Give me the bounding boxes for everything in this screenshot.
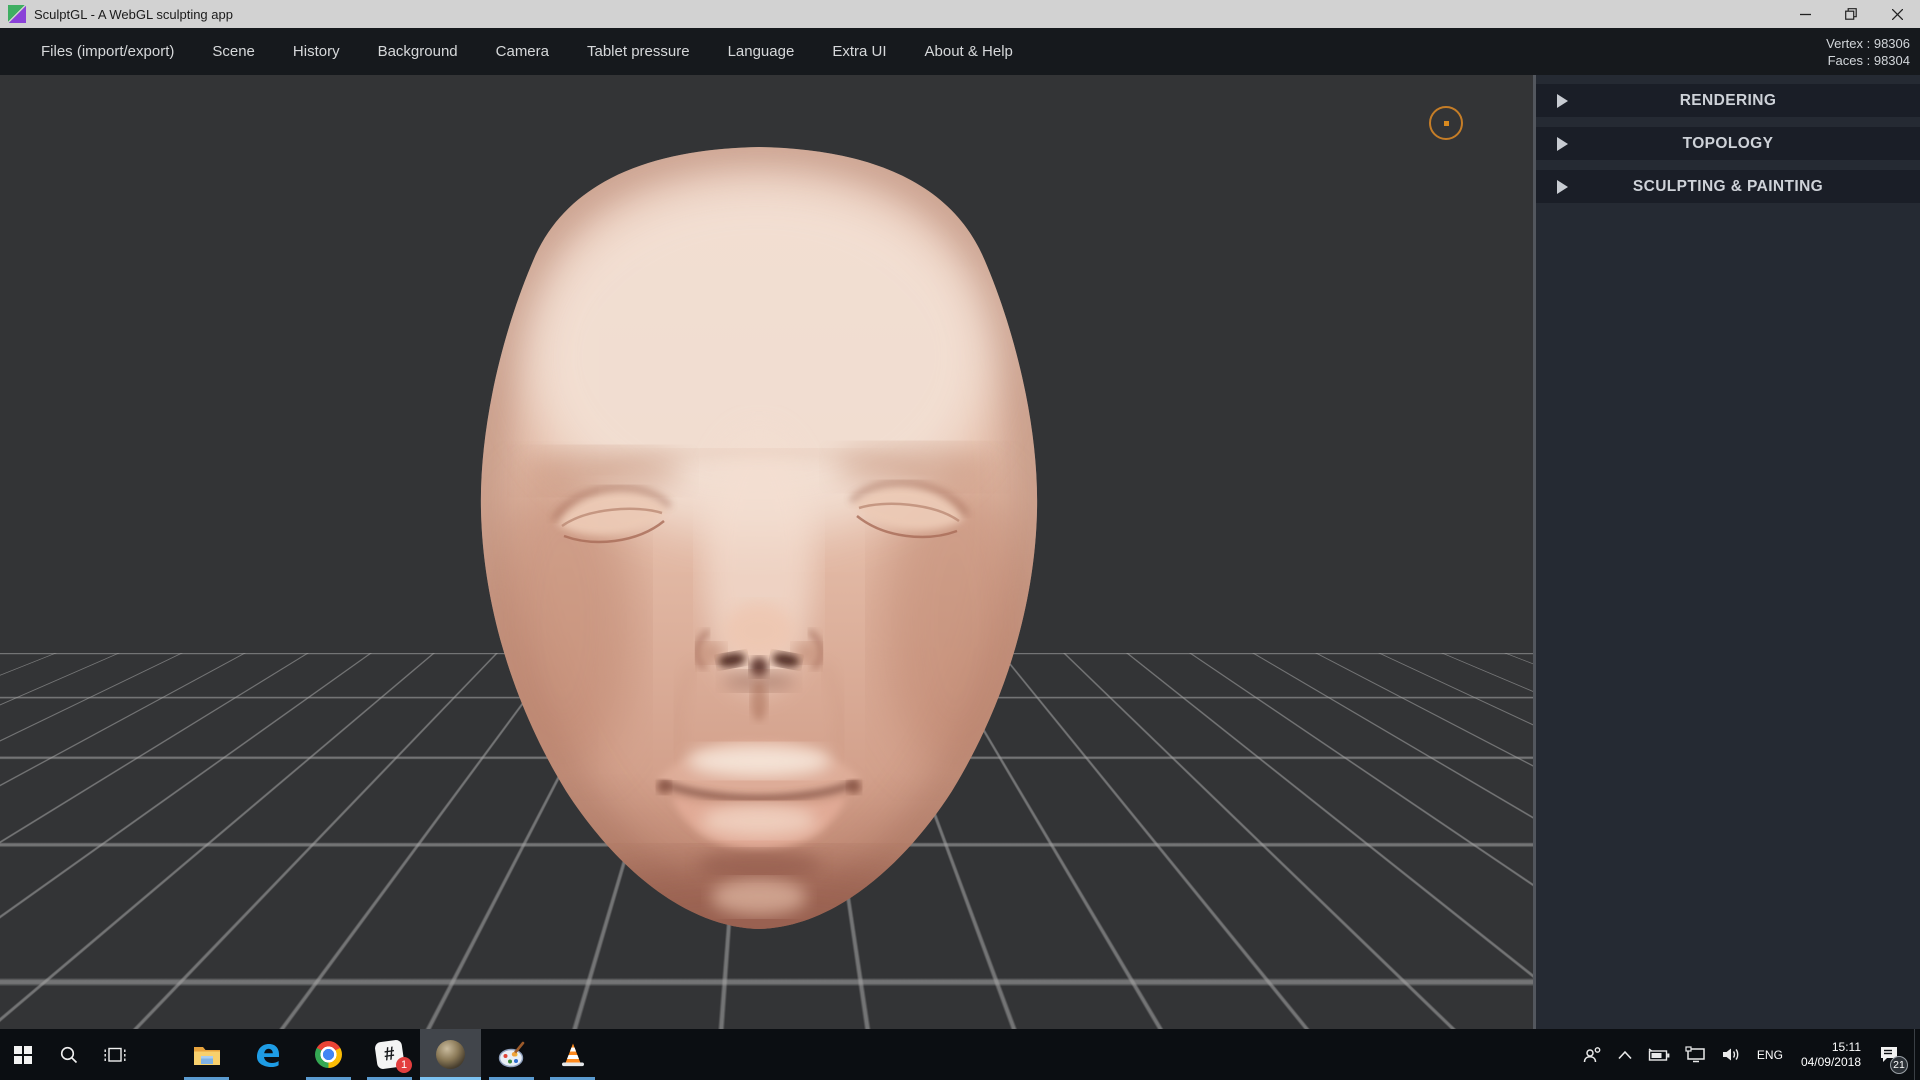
- collapse-arrow-icon: [1557, 136, 1568, 151]
- menu-camera[interactable]: Camera: [477, 28, 568, 75]
- close-button[interactable]: [1874, 0, 1920, 28]
- show-desktop-button[interactable]: [1915, 1029, 1920, 1080]
- start-button[interactable]: [0, 1029, 46, 1080]
- app-icon: [8, 5, 26, 23]
- clock[interactable]: 15:11 04/09/2018: [1792, 1040, 1870, 1070]
- tool-sidebar: RENDERING TOPOLOGY SCULPTING & PAINTING: [1536, 75, 1920, 1029]
- menu-extra-ui[interactable]: Extra UI: [813, 28, 905, 75]
- faces-count: Faces : 98304: [1827, 52, 1910, 68]
- taskbar: # 1 ENG 15:11 04/09/2018 21: [0, 1029, 1920, 1080]
- menu-history[interactable]: History: [274, 28, 359, 75]
- minimize-icon: [1799, 13, 1811, 15]
- edge-icon: [256, 1043, 279, 1067]
- collapse-arrow-icon: [1557, 179, 1568, 194]
- brush-cursor-center-dot: [1443, 120, 1449, 126]
- file-explorer-icon: [193, 1046, 220, 1065]
- battery-button[interactable]: [1640, 1029, 1678, 1080]
- minimize-button[interactable]: [1782, 0, 1828, 28]
- paint-icon: [498, 1041, 524, 1067]
- main-area: RENDERING TOPOLOGY SCULPTING & PAINTING: [0, 75, 1920, 1029]
- menu-files[interactable]: Files (import/export): [22, 28, 193, 75]
- title-bar: SculptGL - A WebGL sculpting app: [0, 0, 1920, 28]
- task-view-icon: [104, 1047, 126, 1062]
- notification-app-button[interactable]: # 1: [359, 1029, 420, 1080]
- panel-topology-label: TOPOLOGY: [1682, 134, 1774, 152]
- language-indicator[interactable]: ENG: [1748, 1048, 1792, 1062]
- panel-topology[interactable]: TOPOLOGY: [1536, 127, 1920, 160]
- file-explorer-button[interactable]: [176, 1029, 237, 1080]
- volume-button[interactable]: [1714, 1029, 1748, 1080]
- window-title: SculptGL - A WebGL sculpting app: [34, 6, 233, 22]
- viewport-3d[interactable]: [0, 75, 1533, 1029]
- hidden-icons-button[interactable]: [1610, 1029, 1640, 1080]
- chrome-icon: [315, 1041, 342, 1068]
- menu-background[interactable]: Background: [359, 28, 477, 75]
- volume-icon: [1722, 1048, 1739, 1061]
- vertex-count: Vertex : 98306: [1826, 35, 1910, 51]
- clock-date: 04/09/2018: [1800, 1054, 1861, 1069]
- menu-scene[interactable]: Scene: [193, 28, 274, 75]
- people-icon: [1583, 1046, 1601, 1062]
- task-view-button[interactable]: [92, 1029, 138, 1080]
- display-button[interactable]: [1678, 1029, 1714, 1080]
- close-icon: [1891, 8, 1903, 20]
- sculptgl-icon: [436, 1040, 465, 1069]
- collapse-arrow-icon: [1557, 93, 1568, 108]
- system-tray: ENG 15:11 04/09/2018 21: [1576, 1029, 1920, 1080]
- panel-sculpting-painting[interactable]: SCULPTING & PAINTING: [1536, 170, 1920, 203]
- restore-icon: [1845, 8, 1857, 20]
- chevron-up-icon: [1618, 1050, 1632, 1059]
- vlc-icon: [561, 1043, 584, 1066]
- people-button[interactable]: [1576, 1029, 1610, 1080]
- panel-rendering[interactable]: RENDERING: [1536, 84, 1920, 117]
- menu-tablet-pressure[interactable]: Tablet pressure: [568, 28, 709, 75]
- pinned-apps: # 1: [176, 1029, 603, 1080]
- clock-time: 15:11: [1831, 1039, 1861, 1054]
- notification-app-badge: 1: [396, 1057, 412, 1073]
- sculpted-head-model[interactable]: [471, 139, 1047, 935]
- sculptgl-taskbar-button[interactable]: [420, 1029, 481, 1080]
- window-controls: [1782, 0, 1920, 28]
- paint-button[interactable]: [481, 1029, 542, 1080]
- menu-about-help[interactable]: About & Help: [906, 28, 1032, 75]
- search-button[interactable]: [46, 1029, 92, 1080]
- chrome-button[interactable]: [298, 1029, 359, 1080]
- action-center-button[interactable]: 21: [1870, 1029, 1910, 1080]
- menu-items: Files (import/export) Scene History Back…: [0, 28, 1032, 75]
- panel-rendering-label: RENDERING: [1679, 91, 1777, 109]
- mesh-stats: Vertex : 98306 Faces : 98304: [1826, 35, 1920, 69]
- edge-button[interactable]: [237, 1029, 298, 1080]
- restore-button[interactable]: [1828, 0, 1874, 28]
- windows-logo-icon: [14, 1045, 32, 1064]
- search-icon: [60, 1046, 78, 1063]
- menu-language[interactable]: Language: [709, 28, 814, 75]
- display-icon: [1685, 1046, 1705, 1063]
- menu-bar: Files (import/export) Scene History Back…: [0, 28, 1920, 75]
- vlc-button[interactable]: [542, 1029, 603, 1080]
- brush-cursor: [1429, 106, 1463, 140]
- panel-sculpting-painting-label: SCULPTING & PAINTING: [1632, 177, 1824, 195]
- battery-charging-icon: [1648, 1047, 1670, 1061]
- action-center-badge: 21: [1890, 1056, 1908, 1074]
- screen: SculptGL - A WebGL sculpting app Files (…: [0, 0, 1920, 1080]
